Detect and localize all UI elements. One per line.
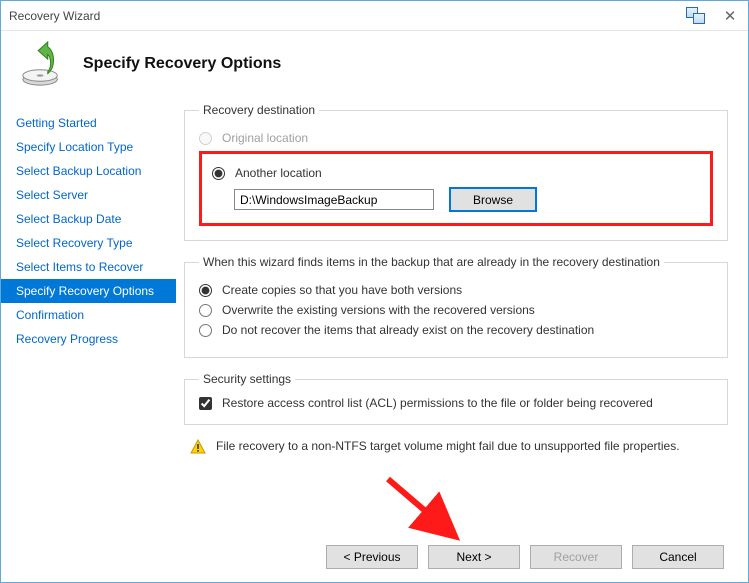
- create-copies-row[interactable]: Create copies so that you have both vers…: [199, 283, 713, 297]
- conflict-resolution-group: When this wizard finds items in the back…: [184, 255, 728, 358]
- step-select-recovery-type[interactable]: Select Recovery Type: [1, 231, 176, 255]
- security-settings-group: Security settings Restore access control…: [184, 372, 728, 425]
- recovery-destination-group: Recovery destination Original location A…: [184, 103, 728, 241]
- titlebar-controls: ✕: [686, 7, 740, 25]
- another-location-row[interactable]: Another location: [212, 166, 700, 180]
- conflict-legend: When this wizard finds items in the back…: [199, 255, 664, 269]
- restore-acl-row[interactable]: Restore access control list (ACL) permis…: [199, 396, 713, 410]
- skip-existing-radio[interactable]: [199, 324, 212, 337]
- recovery-wizard-window: Recovery Wizard ✕ Specify Recovery Optio…: [0, 0, 749, 583]
- recovery-destination-legend: Recovery destination: [199, 103, 319, 117]
- previous-button[interactable]: < Previous: [326, 545, 418, 569]
- page-title: Specify Recovery Options: [83, 55, 281, 73]
- step-recovery-progress[interactable]: Recovery Progress: [1, 327, 176, 351]
- restore-window-icon[interactable]: [686, 7, 706, 25]
- restore-acl-checkbox[interactable]: [199, 397, 212, 410]
- create-copies-label: Create copies so that you have both vers…: [222, 283, 462, 297]
- skip-existing-row[interactable]: Do not recover the items that already ex…: [199, 323, 713, 337]
- step-confirmation[interactable]: Confirmation: [1, 303, 176, 327]
- restore-acl-label: Restore access control list (ACL) permis…: [222, 396, 653, 410]
- original-location-radio: [199, 132, 212, 145]
- create-copies-radio[interactable]: [199, 284, 212, 297]
- security-legend: Security settings: [199, 372, 295, 386]
- close-icon[interactable]: ✕: [720, 7, 740, 25]
- another-location-radio[interactable]: [212, 167, 225, 180]
- main-panel: Recovery destination Original location A…: [176, 103, 748, 526]
- step-select-backup-location[interactable]: Select Backup Location: [1, 159, 176, 183]
- another-location-highlight: Another location Browse: [199, 151, 713, 226]
- warning-row: File recovery to a non-NTFS target volum…: [184, 439, 728, 455]
- browse-button[interactable]: Browse: [450, 188, 536, 211]
- titlebar: Recovery Wizard ✕: [1, 1, 748, 31]
- step-specify-location-type[interactable]: Specify Location Type: [1, 135, 176, 159]
- warning-icon: [190, 439, 206, 455]
- content-area: Getting Started Specify Location Type Se…: [1, 103, 748, 526]
- skip-existing-label: Do not recover the items that already ex…: [222, 323, 594, 337]
- original-location-label: Original location: [222, 131, 308, 145]
- destination-path-input[interactable]: [234, 189, 434, 210]
- wizard-steps-sidebar: Getting Started Specify Location Type Se…: [1, 103, 176, 526]
- overwrite-row[interactable]: Overwrite the existing versions with the…: [199, 303, 713, 317]
- step-select-server[interactable]: Select Server: [1, 183, 176, 207]
- overwrite-label: Overwrite the existing versions with the…: [222, 303, 535, 317]
- next-button[interactable]: Next >: [428, 545, 520, 569]
- window-title: Recovery Wizard: [9, 9, 686, 23]
- overwrite-radio[interactable]: [199, 304, 212, 317]
- wizard-footer: < Previous Next > Recover Cancel: [1, 532, 748, 582]
- another-location-label: Another location: [235, 166, 322, 180]
- recover-button: Recover: [530, 545, 622, 569]
- original-location-row: Original location: [199, 131, 713, 145]
- step-select-items-to-recover[interactable]: Select Items to Recover: [1, 255, 176, 279]
- step-getting-started[interactable]: Getting Started: [1, 111, 176, 135]
- step-select-backup-date[interactable]: Select Backup Date: [1, 207, 176, 231]
- path-row: Browse: [234, 188, 700, 211]
- warning-text: File recovery to a non-NTFS target volum…: [216, 439, 680, 453]
- cancel-button[interactable]: Cancel: [632, 545, 724, 569]
- page-header: Specify Recovery Options: [1, 31, 748, 107]
- step-specify-recovery-options[interactable]: Specify Recovery Options: [1, 279, 176, 303]
- recovery-icon: [19, 41, 65, 87]
